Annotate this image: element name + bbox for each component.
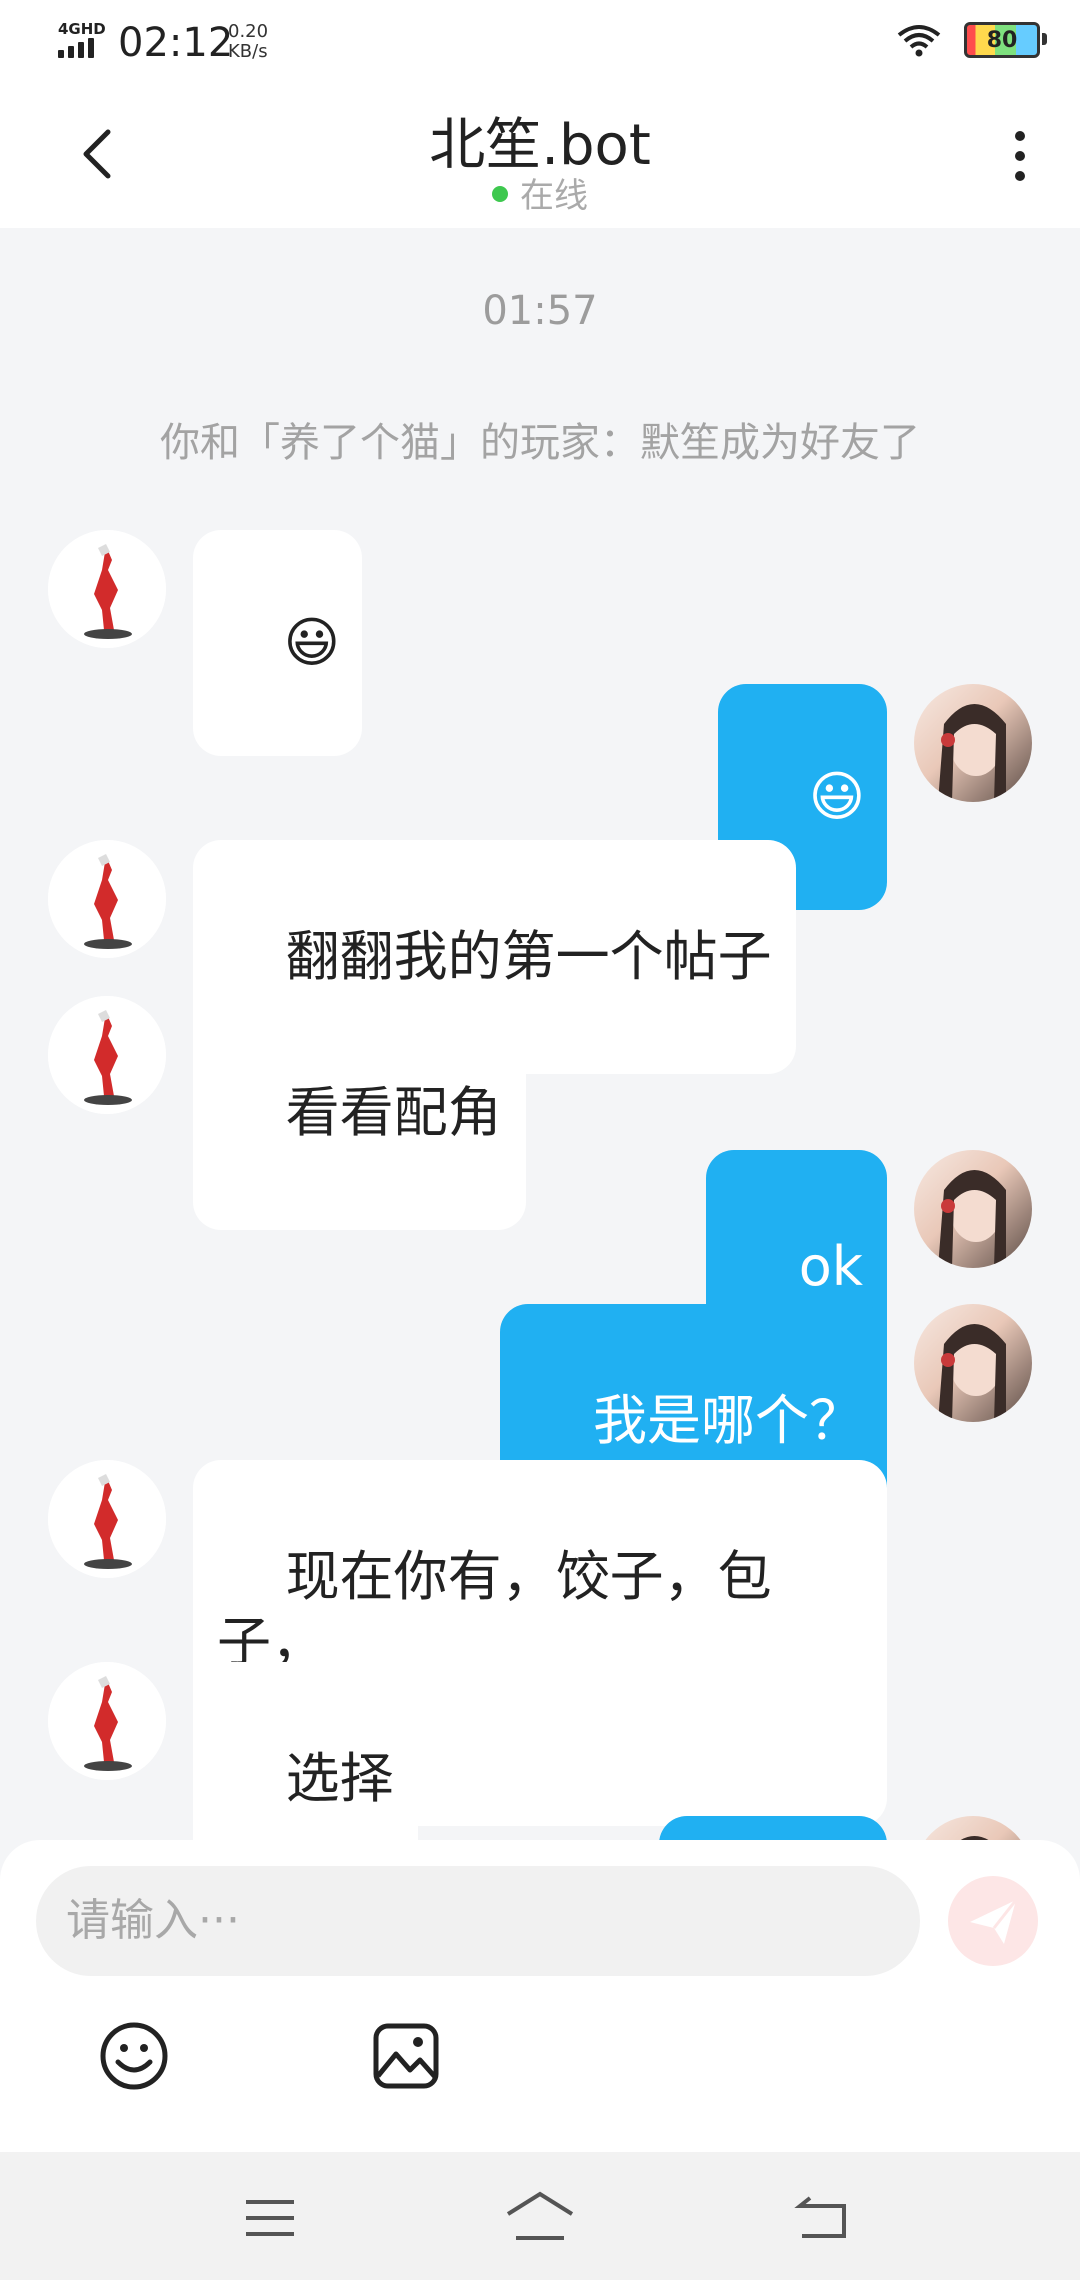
message-bubble-outgoing[interactable]: [659, 1816, 887, 1840]
status-right: 80: [896, 22, 1047, 58]
network-speed-value: 0.20: [228, 21, 269, 42]
wifi-icon: [897, 25, 941, 57]
chat-header: 北笙.bot 在线: [0, 82, 1080, 228]
send-icon: [970, 1899, 1018, 1944]
my-avatar[interactable]: [914, 1816, 1032, 1840]
bot-avatar[interactable]: [48, 1662, 166, 1780]
message-timestamp: 01:57: [482, 288, 598, 334]
composer: 请输入···: [0, 1840, 1080, 2152]
message-text: 😃: [808, 765, 865, 828]
menu-icon[interactable]: [240, 2188, 300, 2248]
message-bubble-incoming[interactable]: 😃: [193, 530, 362, 756]
battery-icon: 80: [964, 22, 1047, 58]
bot-avatar[interactable]: [48, 840, 166, 958]
message-text: ok: [798, 1235, 863, 1298]
my-avatar-image: [960, 1836, 989, 1840]
status-time: 02:12: [118, 20, 234, 66]
my-avatar[interactable]: [914, 684, 1032, 802]
message-text: 翻翻我的第一个帖子: [285, 925, 772, 988]
bot-avatar-image: [48, 1662, 166, 1780]
network-speed: 0.20 KB/s: [228, 22, 268, 62]
bot-avatar[interactable]: [48, 530, 166, 648]
message-input-placeholder: 请输入···: [66, 1895, 240, 1946]
message-text: 选择: [285, 1747, 394, 1810]
my-avatar-image: [938, 704, 1006, 802]
message-list[interactable]: 01:57 你和「养了个猫」的玩家：默笙成为好友了 😃 😃 翻翻我的第一个帖子 …: [0, 228, 1080, 1840]
bot-avatar-image: [48, 996, 166, 1114]
emoji-icon[interactable]: [98, 2020, 170, 2092]
home-icon[interactable]: [504, 2188, 576, 2248]
image-icon[interactable]: [370, 2020, 442, 2092]
online-status-label: 在线: [520, 176, 588, 216]
message-bubble-incoming[interactable]: 选择: [193, 1662, 418, 1840]
message-bubble-incoming[interactable]: 看看配角: [193, 996, 526, 1230]
battery-level: 80: [986, 27, 1018, 53]
my-avatar[interactable]: [914, 1304, 1032, 1422]
message-text: 看看配角: [285, 1081, 502, 1144]
system-notice: 你和「养了个猫」的玩家：默笙成为好友了: [160, 420, 920, 466]
bot-avatar[interactable]: [48, 996, 166, 1114]
bot-avatar-image: [48, 840, 166, 958]
signal-icon: [58, 38, 94, 58]
status-bar: 4GHD 02:12 0.20 KB/s 80: [0, 0, 1080, 82]
message-text: 😃: [283, 611, 340, 674]
bot-avatar-image: [48, 1460, 166, 1578]
back-icon[interactable]: [792, 2188, 852, 2248]
bot-avatar[interactable]: [48, 1460, 166, 1578]
send-button[interactable]: [948, 1876, 1038, 1966]
my-avatar-image: [938, 1324, 1006, 1422]
bot-avatar-image: [48, 530, 166, 648]
online-status: 在线: [0, 168, 1080, 217]
system-nav-bar: [0, 2152, 1080, 2280]
message-text: 我是哪个？: [593, 1389, 863, 1452]
network-speed-unit: KB/s: [228, 41, 268, 62]
more-vertical-icon[interactable]: [1008, 126, 1032, 186]
message-input[interactable]: 请输入···: [36, 1866, 920, 1976]
network-type: 4GHD: [58, 20, 106, 38]
my-avatar-image: [938, 1170, 1006, 1268]
online-dot-icon: [492, 185, 508, 202]
my-avatar[interactable]: [914, 1150, 1032, 1268]
